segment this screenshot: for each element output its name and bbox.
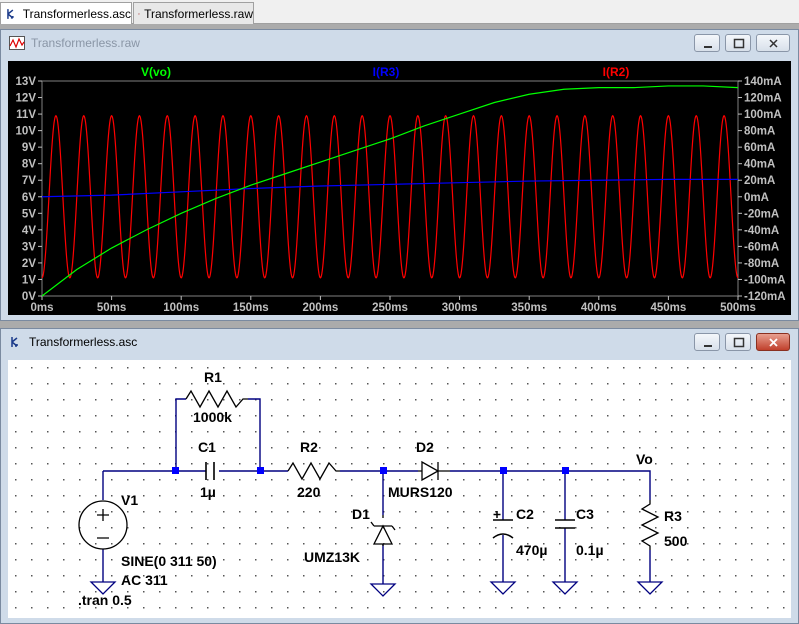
y-right-tick-label: 140mA	[744, 76, 782, 88]
close-button[interactable]	[756, 34, 790, 52]
y-right-tick-label: -100mA	[744, 274, 786, 286]
waveform-plot[interactable]: V(vo) I(R3) I(R2) 0V1V2V3V4V5V6V7V8V9V10…	[8, 61, 793, 315]
d1-value: UMZ13K	[304, 549, 360, 565]
y-right-tick-label: 100mA	[744, 109, 782, 121]
y-right-tick-label: 20mA	[744, 175, 775, 187]
x-tick-label: 500ms	[720, 302, 756, 314]
schematic-canvas[interactable]: R1 1000k C1 1µ R2 220 D2 MURS120 D1 UMZ1…	[8, 360, 793, 618]
y-left-tick-label: 3V	[22, 241, 36, 253]
net-label-vo[interactable]: Vo	[636, 451, 653, 467]
waveform-icon	[138, 12, 141, 15]
schematic-icon	[11, 337, 18, 347]
y-left-tick-label: 11V	[16, 109, 36, 121]
trace-ir2[interactable]	[41, 114, 739, 279]
r2-ref: R2	[300, 439, 318, 455]
schematic-drawing[interactable]: R1 1000k C1 1µ R2 220 D2 MURS120 D1 UMZ1…	[8, 360, 793, 618]
legend-ir2[interactable]: I(R2)	[603, 65, 630, 79]
y-left-tick-label: 2V	[22, 258, 36, 270]
x-tick-label: 450ms	[650, 302, 686, 314]
y-right-tick-label: 40mA	[744, 159, 775, 171]
tab-label: Transformerless.asc	[22, 7, 131, 21]
mdi-workspace: Transformerless.raw V(vo) I(R3) I(R2) 0V…	[0, 24, 799, 624]
close-button[interactable]	[756, 333, 790, 351]
c3-ref: C3	[576, 506, 594, 522]
minimize-button[interactable]	[694, 34, 720, 52]
y-left-tick-label: 8V	[22, 159, 36, 171]
d2-value: MURS120	[388, 484, 453, 500]
spice-directive[interactable]: .tran 0.5	[78, 592, 132, 608]
c1-value: 1µ	[200, 484, 216, 500]
x-tick-label: 0ms	[30, 302, 53, 314]
legend-ir3[interactable]: I(R3)	[373, 65, 400, 79]
waveform-titlebar[interactable]: Transformerless.raw	[1, 30, 798, 56]
r1-ref: R1	[204, 369, 222, 385]
y-right-tick-label: 80mA	[744, 126, 775, 138]
c2-ref: C2	[516, 506, 534, 522]
y-left-tick-label: 10V	[16, 126, 37, 138]
document-tab-bar: Transformerless.asc Transformerless.raw	[0, 0, 799, 25]
y-left-tick-label: 6V	[22, 192, 36, 204]
d1-ref: D1	[352, 506, 370, 522]
window-title: Transformerless.asc	[29, 335, 138, 349]
y-left-tick-label: 4V	[22, 225, 36, 237]
r2-value: 220	[297, 484, 321, 500]
schematic-icon	[7, 9, 14, 19]
plot-pane[interactable]: V(vo) I(R3) I(R2) 0V 1V 2V 3V 4V 5V 6V 7V 8V 9V 10…	[8, 61, 791, 315]
y-right-tick-label: -20mA	[744, 208, 779, 220]
y-right-tick-label: 0mA	[744, 192, 769, 204]
r1-value: 1000k	[193, 409, 232, 425]
x-tick-label: 150ms	[233, 302, 269, 314]
tab-transformerless-asc[interactable]: Transformerless.asc	[0, 2, 132, 25]
r3-ref: R3	[664, 508, 682, 524]
y-right-tick-label: 60mA	[744, 142, 775, 154]
x-tick-label: 300ms	[442, 302, 478, 314]
schematic-window: Transformerless.asc R1 1000k C1 1µ R2 22…	[0, 328, 799, 624]
d2-ref: D2	[416, 439, 434, 455]
y-left-tick-label: 7V	[22, 175, 36, 187]
x-tick-label: 200ms	[302, 302, 338, 314]
y-right-tick-label: 120mA	[744, 93, 782, 105]
y-left-tick-label: 13V	[16, 76, 37, 88]
c1-ref: C1	[198, 439, 216, 455]
r3-value: 500	[664, 533, 688, 549]
v1-ref: V1	[121, 492, 138, 508]
y-right-tick-label: -40mA	[744, 225, 779, 237]
waveform-window: Transformerless.raw V(vo) I(R3) I(R2) 0V…	[0, 29, 799, 321]
x-tick-label: 100ms	[163, 302, 199, 314]
x-tick-label: 350ms	[511, 302, 547, 314]
tab-label: Transformerless.raw	[144, 6, 253, 21]
legend-vo[interactable]: V(vo)	[141, 65, 171, 79]
maximize-button[interactable]	[725, 333, 751, 351]
minimize-button[interactable]	[694, 333, 720, 351]
tab-transformerless-raw[interactable]: Transformerless.raw	[133, 2, 254, 24]
window-title: Transformerless.raw	[31, 36, 140, 50]
x-tick-label: 250ms	[372, 302, 408, 314]
v1-ac: AC 311	[121, 572, 168, 588]
x-tick-label: 50ms	[97, 302, 126, 314]
schematic-titlebar[interactable]: Transformerless.asc	[1, 329, 798, 355]
c3-value: 0.1µ	[576, 542, 604, 558]
y-left-tick-label: 12V	[16, 93, 37, 105]
maximize-button[interactable]	[725, 34, 751, 52]
y-left-tick-label: 9V	[22, 142, 36, 154]
x-tick-label: 400ms	[581, 302, 617, 314]
c2-value: 470µ	[516, 542, 547, 558]
y-right-tick-label: -80mA	[744, 258, 779, 270]
y-left-tick-label: 1V	[22, 274, 36, 286]
waveform-icon	[9, 36, 25, 50]
y-left-tick-label: 5V	[22, 208, 36, 220]
y-right-tick-label: -60mA	[744, 241, 779, 253]
v1-value: SINE(0 311 50)	[121, 553, 217, 569]
